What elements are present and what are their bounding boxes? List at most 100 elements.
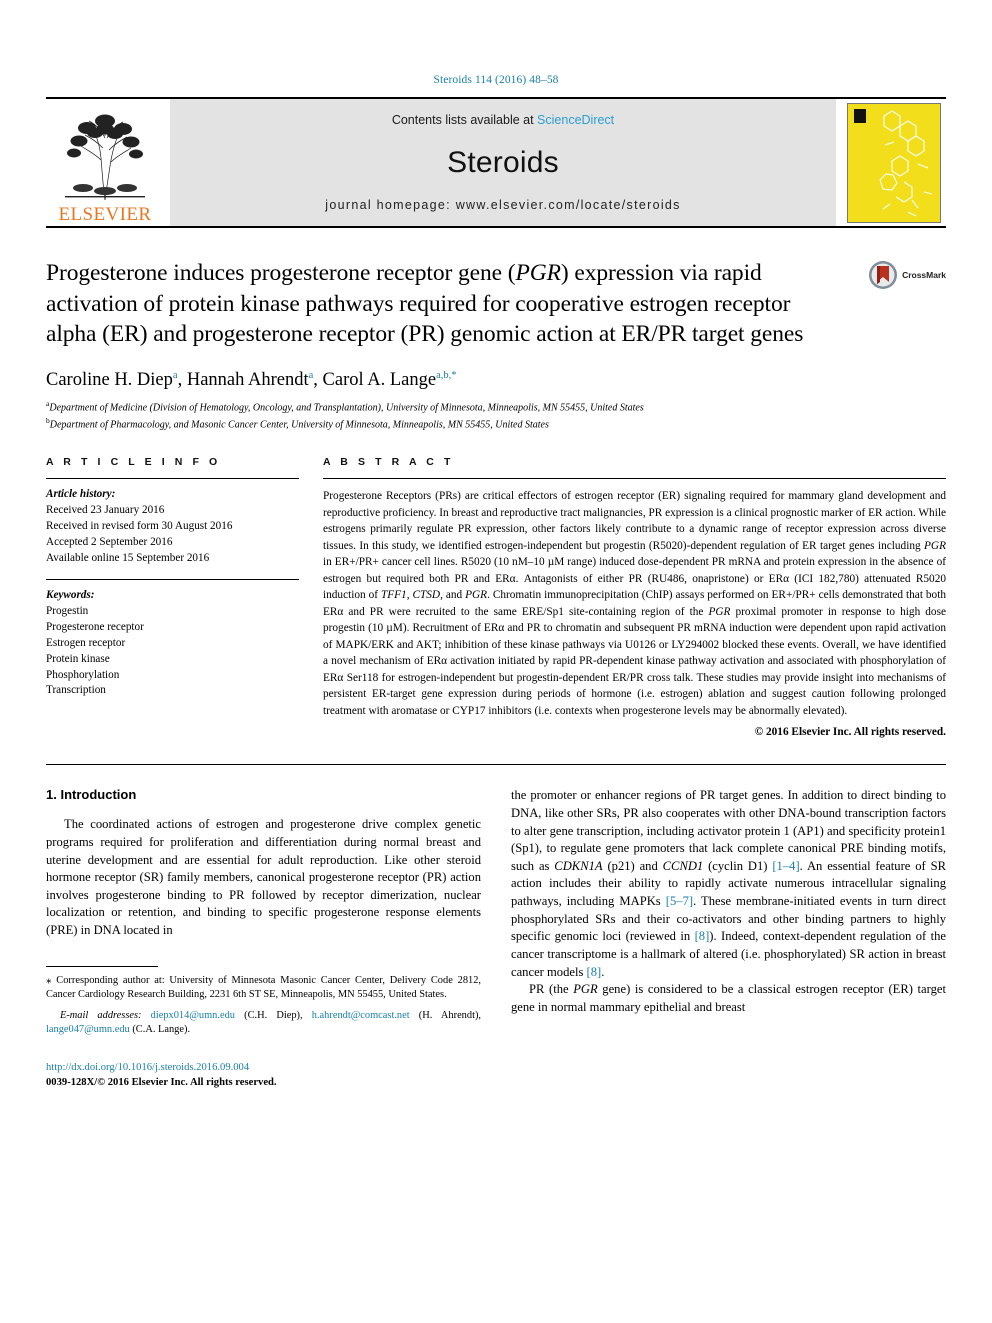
doi-link[interactable]: http://dx.doi.org/10.1016/j.steroids.201… bbox=[46, 1060, 481, 1075]
right-gene-2: CCND1 bbox=[662, 858, 704, 873]
intro-paragraph-right-1: the promoter or enhancer regions of PR t… bbox=[511, 787, 946, 981]
corresponding-author-text: Corresponding author at: University of M… bbox=[46, 974, 481, 1001]
article-history: Article history: Received 23 January 201… bbox=[46, 487, 299, 567]
article-info-rule bbox=[46, 478, 299, 480]
cover-journal-name: STEROIDS bbox=[847, 116, 851, 216]
abstract-gene-3: CTSD bbox=[412, 589, 441, 602]
keyword-item: Phosphorylation bbox=[46, 668, 120, 681]
author-3-affil-marker[interactable]: a,b,* bbox=[436, 369, 456, 380]
author-name-2: Hannah Ahrendt bbox=[186, 369, 309, 390]
history-item: Received 23 January 2016 bbox=[46, 504, 165, 517]
body-column-right: the promoter or enhancer regions of PR t… bbox=[511, 787, 946, 1090]
email-1-owner: (C.H. Diep), bbox=[234, 1009, 312, 1021]
abstract-seg-4: , and bbox=[440, 589, 466, 602]
affiliation-b: bDepartment of Pharmacology, and Masonic… bbox=[46, 416, 946, 433]
article-page: Steroids 114 (2016) 48–58 ELSEVIER Conte… bbox=[0, 0, 992, 1323]
email-link-3[interactable]: lange047@umn.edu bbox=[46, 1024, 130, 1035]
elsevier-tree-icon bbox=[65, 114, 145, 201]
citation-ref-5-7[interactable]: [5–7] bbox=[666, 894, 693, 908]
journal-banner: ELSEVIER Contents lists available at Sci… bbox=[46, 99, 946, 226]
affiliation-a: aDepartment of Medicine (Division of Hem… bbox=[46, 399, 946, 416]
cover-stamp-icon bbox=[854, 108, 866, 123]
title-part-1: Progesterone induces progesterone recept… bbox=[46, 260, 516, 286]
affiliations: aDepartment of Medicine (Division of Hem… bbox=[46, 399, 946, 433]
corresponding-author-footnote: ⁎ Corresponding author at: University of… bbox=[46, 973, 481, 1003]
body-columns: 1. Introduction The coordinated actions … bbox=[46, 787, 946, 1090]
email-3-owner: (C.A. Lange). bbox=[129, 1024, 191, 1036]
article-info-heading: A R T I C L E I N F O bbox=[46, 456, 221, 469]
title-part-1b: ) expression via bbox=[560, 260, 709, 286]
crossmark-badge[interactable]: CrossMark bbox=[842, 258, 946, 350]
keyword-item: Transcription bbox=[46, 684, 106, 697]
keywords-block: Keywords: Progestin Progesterone recepto… bbox=[46, 588, 299, 699]
abstract-seg-1: Progesterone Receptors (PRs) are critica… bbox=[323, 490, 946, 552]
abstract-gene-5: PGR bbox=[708, 605, 731, 618]
body-separator-rule bbox=[46, 764, 946, 766]
right-seg-7: . bbox=[601, 964, 605, 979]
abstract-gene-4: PGR bbox=[465, 589, 488, 602]
abstract-text: Progesterone Receptors (PRs) are critica… bbox=[323, 488, 946, 719]
abstract-gene-2: TFF1 bbox=[380, 589, 407, 602]
steroid-molecule-icon bbox=[879, 109, 933, 216]
abstract-heading: A B S T R A C T bbox=[323, 456, 454, 469]
author-name-3: Carol A. Lange bbox=[322, 369, 437, 390]
cover-image: STEROIDS bbox=[847, 102, 941, 223]
article-history-label: Article history: bbox=[46, 488, 116, 501]
article-info-column: A R T I C L E I N F O Article history: R… bbox=[46, 456, 323, 738]
keywords-rule bbox=[46, 579, 299, 581]
history-item: Received in revised form 30 August 2016 bbox=[46, 520, 233, 533]
affiliation-b-text: Department of Pharmacology, and Masonic … bbox=[49, 418, 549, 430]
email-addresses-label: E-mail addresses: bbox=[60, 1009, 142, 1021]
author-name-1: Caroline H. Diep bbox=[46, 369, 173, 390]
running-head: Steroids 114 (2016) 48–58 bbox=[433, 74, 559, 86]
citation-ref-8b[interactable]: [8] bbox=[587, 965, 602, 979]
elsevier-logo: ELSEVIER bbox=[46, 99, 164, 226]
sciencedirect-link[interactable]: ScienceDirect bbox=[537, 113, 614, 127]
right-p2-gene: PGR bbox=[573, 982, 598, 997]
keywords-label: Keywords: bbox=[46, 589, 95, 602]
affiliation-a-text: Department of Medicine (Division of Hema… bbox=[49, 402, 644, 414]
doi-block: http://dx.doi.org/10.1016/j.steroids.201… bbox=[46, 1060, 481, 1091]
email-link-1[interactable]: diepx014@umn.edu bbox=[151, 1010, 235, 1021]
title-block: Progesterone induces progesterone recept… bbox=[46, 258, 946, 350]
abstract-seg-6: proximal promoter in response to high do… bbox=[323, 605, 946, 717]
keyword-item: Progestin bbox=[46, 604, 89, 617]
banner-bottom-rule bbox=[46, 226, 946, 228]
keyword-item: Protein kinase bbox=[46, 652, 110, 665]
title-line-4: action at ER/PR target genes bbox=[536, 321, 804, 348]
email-2-owner: (H. Ahrendt), bbox=[409, 1009, 482, 1021]
keyword-item: Progesterone receptor bbox=[46, 620, 144, 633]
abstract-column: A B S T R A C T Progesterone Receptors (… bbox=[323, 456, 946, 738]
journal-homepage[interactable]: journal homepage: www.elsevier.com/locat… bbox=[325, 198, 680, 212]
intro-paragraph-right-2: PR (the PGR gene) is considered to be a … bbox=[511, 981, 946, 1016]
history-item: Available online 15 September 2016 bbox=[46, 552, 210, 565]
body-column-left: 1. Introduction The coordinated actions … bbox=[46, 787, 481, 1090]
abstract-copyright: © 2016 Elsevier Inc. All rights reserved… bbox=[754, 726, 946, 739]
keyword-item: Estrogen receptor bbox=[46, 636, 126, 649]
section-heading-introduction: 1. Introduction bbox=[46, 787, 137, 803]
email-link-2[interactable]: h.ahrendt@comcast.net bbox=[312, 1010, 410, 1021]
page-title: Progesterone induces progesterone recept… bbox=[46, 258, 842, 350]
intro-paragraph-left: The coordinated actions of estrogen and … bbox=[46, 817, 481, 938]
citation-ref-1-4[interactable]: [1–4] bbox=[772, 859, 799, 873]
info-abstract-row: A R T I C L E I N F O Article history: R… bbox=[46, 456, 946, 738]
history-item: Accepted 2 September 2016 bbox=[46, 536, 173, 549]
contents-prefix: Contents lists available at bbox=[391, 113, 538, 127]
right-gene-1: CDKN1A bbox=[554, 858, 603, 873]
author-2-affil-marker[interactable]: a bbox=[309, 369, 314, 380]
email-footnote: E-mail addresses: diepx014@umn.edu (C.H.… bbox=[46, 1009, 481, 1038]
author-1-affil-marker[interactable]: a bbox=[173, 369, 178, 380]
right-seg-2: (p21) and bbox=[602, 858, 663, 873]
title-gene-italic: PGR bbox=[515, 260, 561, 286]
footnote-rule bbox=[46, 965, 158, 967]
right-seg-3: (cyclin D1) bbox=[703, 858, 773, 873]
right-p2-seg-1: PR (the bbox=[529, 982, 574, 997]
abstract-rule bbox=[323, 478, 946, 480]
issn-copyright: 0039-128X/© 2016 Elsevier Inc. All right… bbox=[46, 1077, 277, 1089]
crossmark-icon[interactable] bbox=[868, 260, 898, 290]
contents-available-line: Contents lists available at ScienceDirec… bbox=[392, 113, 614, 127]
citation-ref-8a[interactable]: [8] bbox=[695, 929, 710, 943]
elsevier-wordmark: ELSEVIER bbox=[58, 204, 152, 225]
journal-title: Steroids bbox=[447, 145, 559, 179]
author-list: Caroline H. Diepa, Hannah Ahrendta, Caro… bbox=[46, 369, 457, 390]
